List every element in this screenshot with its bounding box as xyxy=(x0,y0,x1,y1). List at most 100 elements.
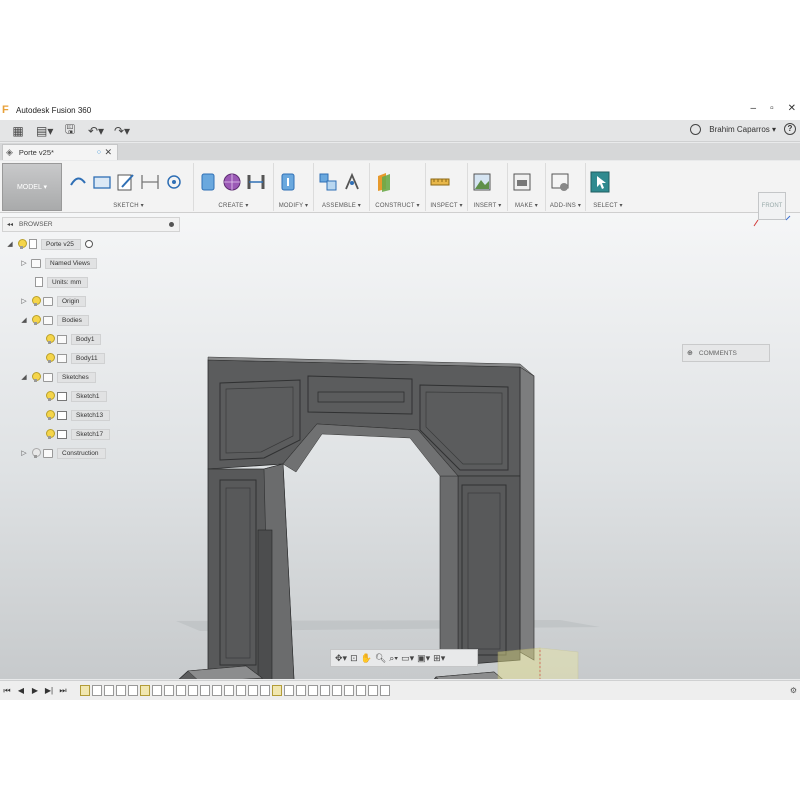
timeline-feature[interactable] xyxy=(356,685,366,696)
new-component-icon[interactable] xyxy=(318,171,338,193)
timeline-feature[interactable] xyxy=(344,685,354,696)
visibility-bulb-off-icon[interactable] xyxy=(31,447,41,459)
visibility-bulb-icon[interactable] xyxy=(45,333,55,345)
data-panel-grid-icon[interactable]: ▦ xyxy=(10,124,26,138)
visibility-bulb-icon[interactable] xyxy=(45,390,55,402)
browser-panel-header[interactable]: ◂◂ BROWSER xyxy=(2,217,180,232)
timeline-sketch-feature[interactable] xyxy=(140,685,150,696)
expand-icon[interactable]: ◢ xyxy=(20,373,28,381)
comments-expand-icon[interactable]: ⊕ xyxy=(687,349,693,357)
timeline-feature[interactable] xyxy=(200,685,210,696)
scripts-add-ins-icon[interactable] xyxy=(550,171,570,193)
visibility-bulb-icon[interactable] xyxy=(45,409,55,421)
step-back-icon[interactable]: ◀ xyxy=(14,686,28,695)
timeline-sketch-feature[interactable] xyxy=(80,685,90,696)
tree-node-sketch17[interactable]: Sketch17 xyxy=(42,427,111,441)
timeline-settings-gear-icon[interactable]: ⚙ xyxy=(790,686,797,695)
timeline-feature[interactable] xyxy=(296,685,306,696)
grid-settings-icon[interactable]: ⊞▾ xyxy=(433,653,445,664)
collapse-icon[interactable]: ▷ xyxy=(20,449,28,457)
document-tab[interactable]: ◈ Porte v25* ○ ✕ xyxy=(2,144,118,160)
timeline-feature[interactable] xyxy=(128,685,138,696)
timeline-feature[interactable] xyxy=(248,685,258,696)
file-menu-icon[interactable]: ▤▾ xyxy=(36,124,53,138)
collapse-icon[interactable]: ▷ xyxy=(20,297,28,305)
tree-node-body11[interactable]: Body11 xyxy=(42,351,105,365)
visibility-bulb-icon[interactable] xyxy=(31,314,41,326)
revolve-icon[interactable] xyxy=(246,171,266,193)
display-settings-icon[interactable]: ▭▾ xyxy=(401,653,414,664)
extrude-icon[interactable] xyxy=(198,171,218,193)
tree-node-origin[interactable]: ▷ Origin xyxy=(20,294,87,308)
sketch-constraint-icon[interactable] xyxy=(164,171,184,193)
timeline-feature[interactable] xyxy=(116,685,126,696)
measure-icon[interactable] xyxy=(430,171,450,193)
visibility-bulb-icon[interactable] xyxy=(31,295,41,307)
timeline-feature[interactable] xyxy=(332,685,342,696)
tree-node-sketches[interactable]: ◢ Sketches xyxy=(20,370,96,384)
close-icon[interactable]: ✕ xyxy=(788,103,796,114)
offset-plane-icon[interactable] xyxy=(374,171,394,193)
timeline-feature[interactable] xyxy=(236,685,246,696)
modify-group-label[interactable]: MODIFY ▾ xyxy=(274,202,313,209)
timeline-feature[interactable] xyxy=(320,685,330,696)
maximize-icon[interactable]: ▫ xyxy=(770,103,774,114)
timeline-feature[interactable] xyxy=(104,685,114,696)
orbit-icon[interactable]: ✥▾ xyxy=(335,653,347,664)
3d-viewport[interactable] xyxy=(0,213,800,679)
activate-target-icon[interactable] xyxy=(84,240,93,248)
tree-node-sketch13[interactable]: Sketch13 xyxy=(42,408,111,422)
play-icon[interactable]: ▶ xyxy=(28,686,42,695)
timeline-feature[interactable] xyxy=(308,685,318,696)
joint-icon[interactable] xyxy=(342,171,362,193)
visibility-bulb-icon[interactable] xyxy=(17,238,27,250)
door-frame-model[interactable] xyxy=(0,213,800,679)
tree-node-bodies[interactable]: ◢ Bodies xyxy=(20,313,89,327)
3d-print-icon[interactable] xyxy=(512,171,532,193)
tree-node-named-views[interactable]: ▷ Named Views xyxy=(20,256,97,270)
select-arrow-icon[interactable] xyxy=(590,171,610,193)
visibility-bulb-icon[interactable] xyxy=(45,352,55,364)
undo-icon[interactable]: ↶▾ xyxy=(88,124,104,138)
timeline-feature[interactable] xyxy=(176,685,186,696)
press-pull-icon[interactable] xyxy=(278,171,298,193)
browser-pin-icon[interactable] xyxy=(169,222,174,227)
tree-node-units[interactable]: Units: mm xyxy=(32,275,89,289)
timeline-feature[interactable] xyxy=(368,685,378,696)
insert-image-icon[interactable] xyxy=(472,171,492,193)
sketch-arc-icon[interactable] xyxy=(68,171,88,193)
look-at-icon[interactable]: ⊡ xyxy=(350,653,358,664)
collapse-arrows-icon[interactable]: ◂◂ xyxy=(7,221,13,228)
zoom-icon[interactable]: 🔍︎ xyxy=(375,653,386,664)
fit-zoom-icon[interactable]: ⌕▾ xyxy=(389,653,398,664)
timeline-feature[interactable] xyxy=(164,685,174,696)
add-ins-group-label[interactable]: ADD-INS ▾ xyxy=(546,202,585,209)
expand-icon[interactable]: ◢ xyxy=(20,316,28,324)
timeline-feature[interactable] xyxy=(260,685,270,696)
workspace-switcher-button[interactable]: MODEL ▾ xyxy=(2,163,62,211)
job-status-clock-icon[interactable] xyxy=(690,123,702,135)
create-sketch-icon[interactable] xyxy=(116,171,136,193)
timeline-feature[interactable] xyxy=(380,685,390,696)
tree-node-root[interactable]: ◢ Porte v25 xyxy=(6,237,93,251)
user-account-menu[interactable]: Brahim Caparros ▾ xyxy=(709,125,776,134)
sketch-rectangle-icon[interactable] xyxy=(92,171,112,193)
inspect-group-label[interactable]: INSPECT ▾ xyxy=(426,202,467,209)
close-tab-icon[interactable]: ✕ xyxy=(104,147,112,158)
sketch-dimension-icon[interactable] xyxy=(140,171,160,193)
timeline-feature[interactable] xyxy=(224,685,234,696)
save-icon[interactable]: 🖫 xyxy=(62,120,78,141)
timeline-feature[interactable] xyxy=(284,685,294,696)
go-to-start-icon[interactable]: ⏮ xyxy=(0,686,14,696)
timeline-sketch-feature[interactable] xyxy=(272,685,282,696)
tree-node-sketch1[interactable]: Sketch1 xyxy=(42,389,107,403)
collapse-icon[interactable]: ▷ xyxy=(20,259,28,267)
sketch-group-label[interactable]: SKETCH ▾ xyxy=(64,202,193,209)
create-group-label[interactable]: CREATE ▾ xyxy=(194,202,273,209)
tree-node-body1[interactable]: Body1 xyxy=(42,332,102,346)
visibility-bulb-icon[interactable] xyxy=(31,371,41,383)
assemble-group-label[interactable]: ASSEMBLE ▾ xyxy=(314,202,369,209)
insert-group-label[interactable]: INSERT ▾ xyxy=(468,202,507,209)
form-sphere-icon[interactable] xyxy=(222,171,242,193)
timeline-feature[interactable] xyxy=(92,685,102,696)
